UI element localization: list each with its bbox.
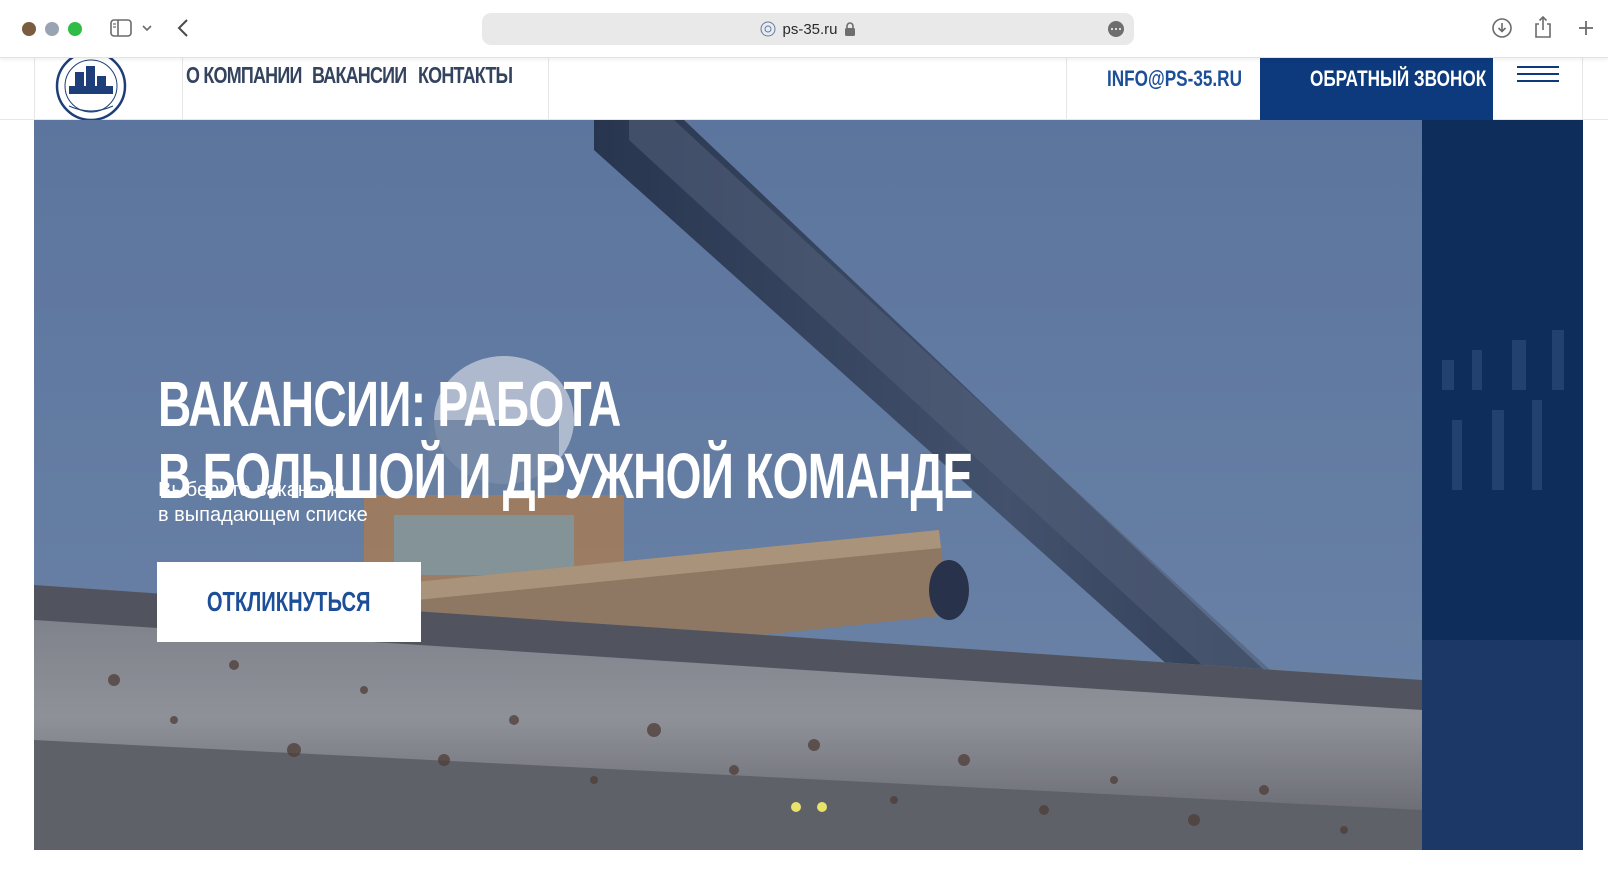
header-divider xyxy=(548,58,549,120)
hero-title-line: ВАКАНСИИ: РАБОТА xyxy=(158,367,621,440)
sidebar-icon[interactable] xyxy=(108,17,134,39)
nav-link-contacts[interactable]: КОНТАКТЫ xyxy=(418,62,539,89)
site-header: О КОМПАНИИ ВАКАНСИИ КОНТАКТЫ INFO@PS-35.… xyxy=(0,50,1608,122)
company-logo[interactable] xyxy=(55,50,127,122)
close-window-button[interactable] xyxy=(22,22,36,36)
email-link[interactable]: INFO@PS-35.RU xyxy=(1107,66,1242,92)
browser-toolbar: ps-35.ru xyxy=(0,0,1608,58)
site-favicon-icon xyxy=(760,21,776,37)
next-slide-preview xyxy=(1422,120,1583,850)
download-icon[interactable] xyxy=(1490,16,1514,40)
minimize-window-button[interactable] xyxy=(45,22,59,36)
lock-icon xyxy=(844,22,855,36)
url-text: ps-35.ru xyxy=(782,20,838,38)
respond-button-label: ОТКЛИКНУТЬСЯ xyxy=(207,586,371,617)
back-icon[interactable] xyxy=(172,16,194,40)
hero-subtitle-line: Выберите вакансию xyxy=(158,479,346,501)
maximize-window-button[interactable] xyxy=(68,22,82,36)
logo-cell xyxy=(34,50,183,122)
share-icon[interactable] xyxy=(1532,14,1554,40)
plus-icon[interactable] xyxy=(1574,16,1598,40)
slider-dot[interactable] xyxy=(817,802,827,812)
hero-subtitle-line: в выпадающем списке xyxy=(158,504,368,526)
email-cell: INFO@PS-35.RU xyxy=(1066,58,1260,120)
slider-dot[interactable] xyxy=(791,802,801,812)
chevron-down-icon[interactable] xyxy=(140,20,154,36)
hero-subtitle: Выберите вакансию в выпадающем списке xyxy=(158,478,368,528)
callback-button-label: ОБРАТНЫЙ ЗВОНОК xyxy=(1310,66,1487,91)
respond-button[interactable]: ОТКЛИКНУТЬСЯ xyxy=(157,562,421,642)
slider-pagination xyxy=(791,802,843,812)
address-bar[interactable]: ps-35.ru xyxy=(482,13,1134,45)
menu-button[interactable] xyxy=(1493,58,1583,120)
nav-link-vacancies[interactable]: ВАКАНСИИ xyxy=(312,62,433,89)
more-icon[interactable] xyxy=(1108,21,1124,37)
menu-icon xyxy=(1517,66,1559,82)
callback-button[interactable]: ОБРАТНЫЙ ЗВОНОК xyxy=(1260,58,1493,120)
hero-slider: ВАКАНСИИ: РАБОТА В БОЛЬШОЙ И ДРУЖНОЙ КОМ… xyxy=(34,120,1583,850)
